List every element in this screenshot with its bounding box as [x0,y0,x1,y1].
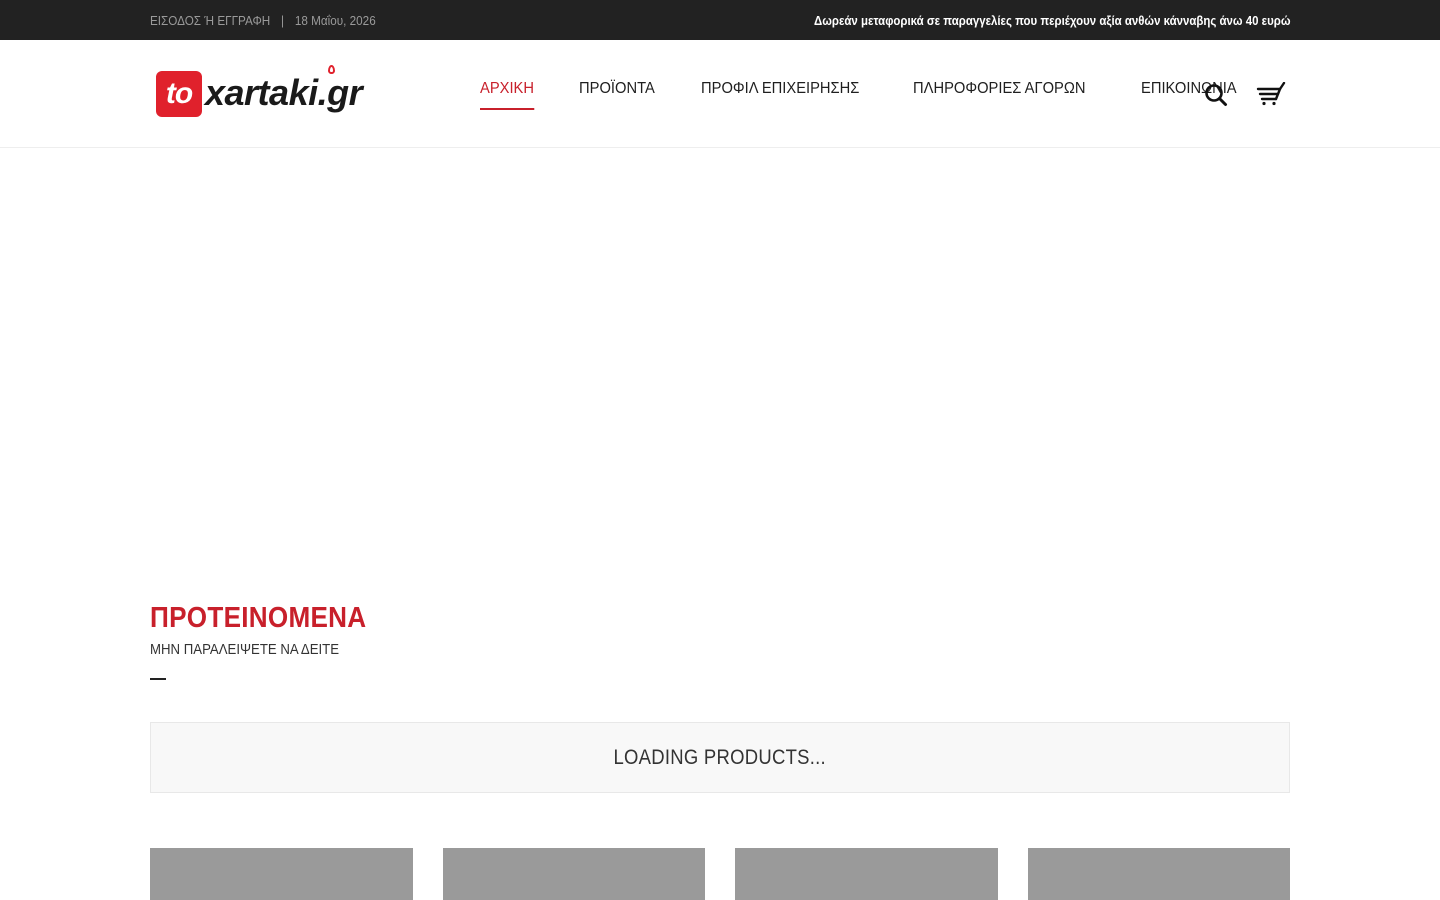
nav-item-purchase-info[interactable]: ΠΛΗΡΟΦΟΡΙΕΣ ΑΓΟΡΩΝ [913,80,1085,104]
site-header: to xartaki.gr ΑΡΧΙΚΗ ΠΡΟΪΟΝΤΑ ΠΡΟΦΙΛ ΕΠΙ… [0,40,1440,148]
shipping-promo: Δωρεάν μεταφορικά σε παραγγελίες που περ… [813,12,1290,28]
featured-subtitle: ΜΗΝ ΠΑΡΑΛΕΙΨΕΤΕ ΝΑ ΔΕΙΤΕ [150,641,340,658]
flame-icon [328,65,335,74]
hero-slider-area [0,149,1440,579]
products-loading-panel: LOADING PRODUCTS... [150,722,1290,793]
search-icon[interactable] [1203,82,1229,108]
logo-prefix-badge: to [156,71,202,117]
product-card-placeholder [735,848,998,900]
top-bar-separator: | [281,12,285,28]
product-card-placeholder [150,848,413,900]
loading-text: LOADING PRODUCTS... [613,745,827,769]
featured-title: ΠΡΟΤΕΙΝΟΜΕΝΑ [150,602,367,634]
section-divider [150,678,166,680]
nav-item-business-profile[interactable]: ΠΡΟΦΙΛ ΕΠΙΧΕΙΡΗΣΗΣ [701,80,859,104]
main-nav: ΑΡΧΙΚΗ ΠΡΟΪΟΝΤΑ ΠΡΟΦΙΛ ΕΠΙΧΕΙΡΗΣΗΣ ΠΛΗΡΟ… [480,80,1285,110]
top-bar: ΕΙΣΟΔΟΣ Ή ΕΓΓΡΑΦΗ | 18 Μαΐου, 2026 Δωρεά… [0,0,1440,40]
top-bar-left: ΕΙΣΟΔΟΣ Ή ΕΓΓΡΑΦΗ | 18 Μαΐου, 2026 [150,0,376,40]
nav-item-products[interactable]: ΠΡΟΪΟΝΤΑ [579,80,655,104]
site-logo[interactable]: to xartaki.gr [156,65,363,118]
logo-wordmark: xartaki.gr [205,72,363,113]
nav-item-home[interactable]: ΑΡΧΙΚΗ [480,80,534,110]
product-card-placeholder [1028,848,1290,900]
product-card-placeholder [443,848,705,900]
current-date: 18 Μαΐου, 2026 [294,12,376,28]
login-register-link[interactable]: ΕΙΣΟΔΟΣ Ή ΕΓΓΡΑΦΗ [150,13,270,28]
cart-icon[interactable] [1256,81,1288,106]
